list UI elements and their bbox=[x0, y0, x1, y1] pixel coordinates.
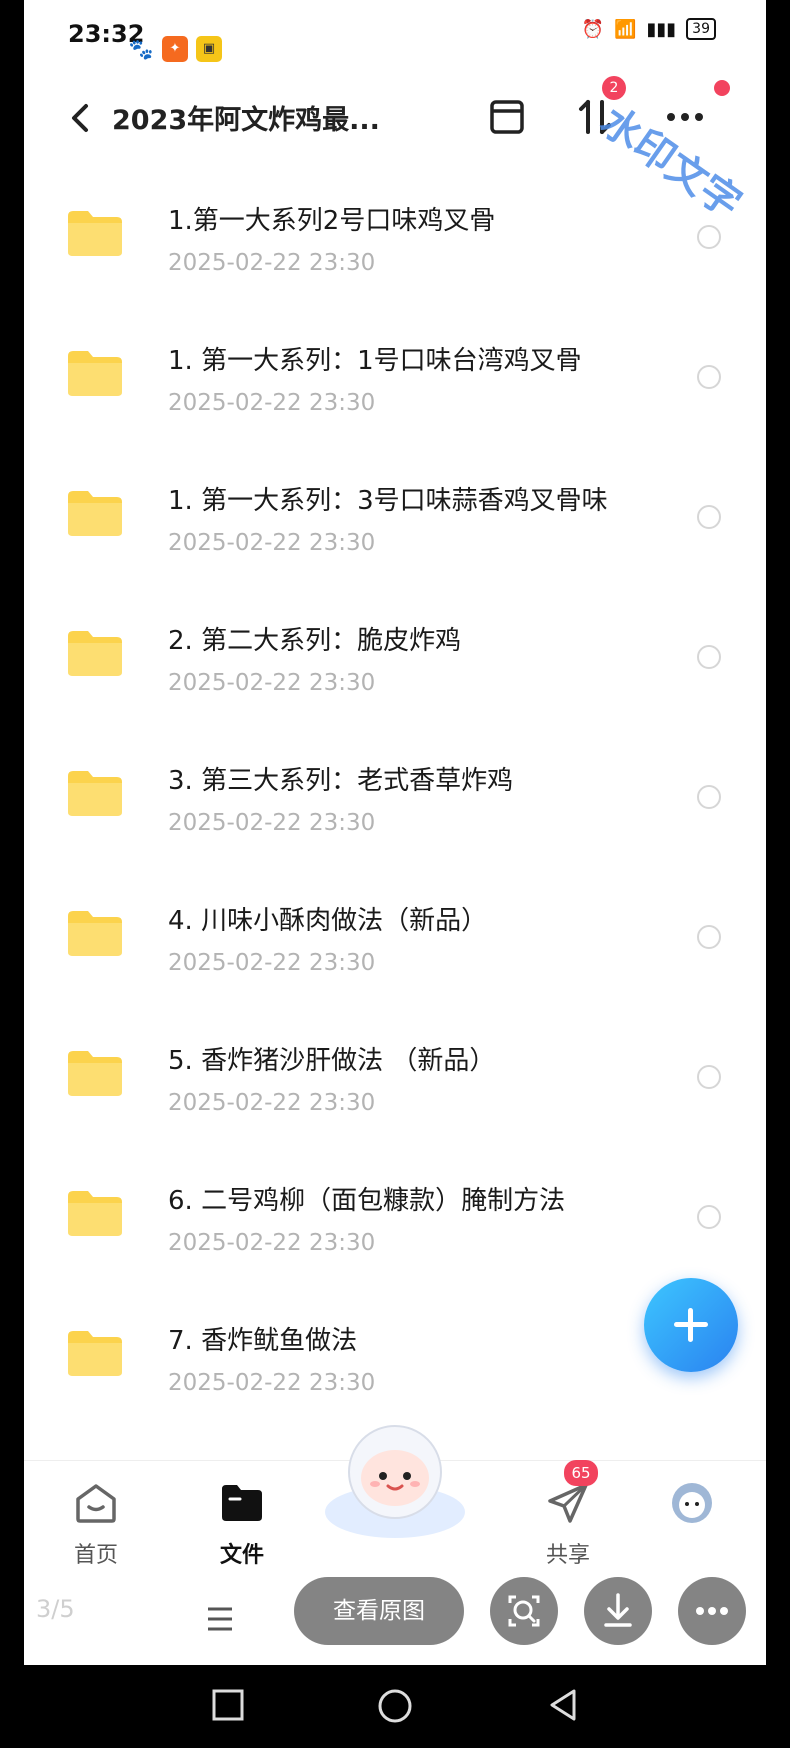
select-radio[interactable] bbox=[697, 225, 721, 249]
folder-icon bbox=[68, 1191, 122, 1236]
send-icon bbox=[548, 1483, 588, 1523]
file-row[interactable]: 6. 二号鸡柳（面包糠款）腌制方法 2025-02-22 23:30 bbox=[24, 1150, 766, 1290]
select-radio[interactable] bbox=[697, 1205, 721, 1229]
file-name: 2. 第二大系列：脆皮炸鸡 bbox=[168, 626, 462, 656]
select-radio[interactable] bbox=[697, 785, 721, 809]
baidu-icon: 🐾 bbox=[128, 37, 154, 61]
add-button[interactable] bbox=[644, 1278, 738, 1372]
folder-icon bbox=[68, 211, 122, 256]
select-radio[interactable] bbox=[697, 645, 721, 669]
tab-share-label: 共享 bbox=[545, 1543, 590, 1568]
file-row[interactable]: 3. 第三大系列：老式香草炸鸡 2025-02-22 23:30 bbox=[24, 730, 766, 870]
folder-icon bbox=[68, 1331, 122, 1376]
file-date: 2025-02-22 23:30 bbox=[168, 1230, 376, 1256]
folder-filled-icon bbox=[222, 1485, 262, 1521]
notification-icons: 🐾 ✦ ▣ bbox=[128, 36, 222, 62]
status-icons: ⏰ 📶 ▮▮▮ 39 bbox=[582, 18, 716, 40]
file-name: 4. 川味小酥肉做法（新品） bbox=[168, 906, 488, 936]
back-arrow-icon[interactable] bbox=[60, 96, 100, 140]
tab-files-label: 文件 bbox=[219, 1543, 264, 1568]
home-icon bbox=[76, 1484, 116, 1523]
file-name: 3. 第三大系列：老式香草炸鸡 bbox=[168, 766, 514, 796]
file-date: 2025-02-22 23:30 bbox=[168, 250, 376, 276]
tab-home-label: 首页 bbox=[73, 1543, 118, 1568]
more-dots-icon bbox=[696, 1607, 728, 1615]
file-name: 6. 二号鸡柳（面包糠款）腌制方法 bbox=[168, 1186, 566, 1216]
back-triangle-icon[interactable] bbox=[546, 1687, 582, 1723]
file-date: 2025-02-22 23:30 bbox=[168, 390, 376, 416]
avatar bbox=[672, 1483, 712, 1523]
scan-search-icon bbox=[508, 1595, 540, 1627]
file-date: 2025-02-22 23:30 bbox=[168, 810, 376, 836]
page-indicator: 3/5 bbox=[36, 1595, 75, 1623]
image-search-button[interactable] bbox=[490, 1577, 558, 1645]
select-radio[interactable] bbox=[697, 365, 721, 389]
tab-files[interactable]: 文件 bbox=[192, 1479, 292, 1569]
file-date: 2025-02-22 23:30 bbox=[168, 1090, 376, 1116]
file-list: 1.第一大系列2号口味鸡叉骨 2025-02-22 23:30 1. 第一大系列… bbox=[24, 170, 766, 1430]
file-date: 2025-02-22 23:30 bbox=[168, 530, 376, 556]
tab-profile[interactable] bbox=[642, 1479, 742, 1531]
app-icon-yellow: ▣ bbox=[196, 36, 222, 62]
wifi-icon: 📶 bbox=[614, 18, 637, 40]
folder-icon bbox=[68, 771, 122, 816]
mascot-assistant-icon[interactable] bbox=[320, 1420, 470, 1540]
archive-icon[interactable] bbox=[484, 94, 530, 140]
alarm-icon: ⏰ bbox=[581, 18, 605, 40]
home-circle-icon[interactable] bbox=[376, 1687, 414, 1725]
tab-share[interactable]: 共享 bbox=[518, 1479, 618, 1569]
status-bar: 23:32 🐾 ✦ ▣ ⏰ 📶 ▮▮▮ 39 bbox=[24, 0, 766, 70]
file-name: 1. 第一大系列：1号口味台湾鸡叉骨 bbox=[168, 346, 582, 376]
tab-home[interactable]: 首页 bbox=[46, 1479, 146, 1569]
view-original-button[interactable]: 查看原图 bbox=[294, 1577, 464, 1645]
folder-icon bbox=[68, 911, 122, 956]
image-viewer-toolbar: 3/5 查看原图 bbox=[24, 1575, 766, 1665]
file-name: 1. 第一大系列：3号口味蒜香鸡叉骨味 bbox=[168, 486, 608, 516]
battery-icon: 39 bbox=[686, 18, 716, 40]
signal-icon: ▮▮▮ bbox=[646, 18, 677, 40]
more-button[interactable] bbox=[678, 1577, 746, 1645]
file-name: 1.第一大系列2号口味鸡叉骨 bbox=[168, 206, 496, 236]
app-icon: ✦ bbox=[162, 36, 188, 62]
page-title: 2023年阿文炸鸡最... bbox=[112, 105, 380, 136]
menu-icon[interactable] bbox=[200, 1599, 240, 1639]
file-date: 2025-02-22 23:30 bbox=[168, 1370, 376, 1396]
folder-icon bbox=[68, 491, 122, 536]
folder-icon bbox=[68, 1051, 122, 1096]
file-row[interactable]: 5. 香炸猪沙肝做法 （新品） 2025-02-22 23:30 bbox=[24, 1010, 766, 1150]
header: 2023年阿文炸鸡最... 2 水印文字 bbox=[24, 76, 766, 228]
file-date: 2025-02-22 23:30 bbox=[168, 950, 376, 976]
file-name: 7. 香炸鱿鱼做法 bbox=[168, 1326, 358, 1356]
download-icon bbox=[604, 1593, 632, 1627]
file-row[interactable]: 2. 第二大系列：脆皮炸鸡 2025-02-22 23:30 bbox=[24, 590, 766, 730]
file-date: 2025-02-22 23:30 bbox=[168, 670, 376, 696]
file-row[interactable]: 1. 第一大系列：1号口味台湾鸡叉骨 2025-02-22 23:30 bbox=[24, 310, 766, 450]
select-radio[interactable] bbox=[697, 925, 721, 949]
recent-apps-icon[interactable] bbox=[210, 1687, 246, 1723]
share-badge: 65 bbox=[564, 1460, 598, 1486]
file-name: 5. 香炸猪沙肝做法 （新品） bbox=[168, 1046, 496, 1076]
screen: 23:32 🐾 ✦ ▣ ⏰ 📶 ▮▮▮ 39 2023年阿文炸鸡最... 2 水… bbox=[24, 0, 766, 1665]
download-button[interactable] bbox=[584, 1577, 652, 1645]
notification-dot bbox=[714, 80, 730, 96]
select-radio[interactable] bbox=[697, 1065, 721, 1089]
file-row[interactable]: 1. 第一大系列：3号口味蒜香鸡叉骨味 2025-02-22 23:30 bbox=[24, 450, 766, 590]
plus-icon-vertical bbox=[688, 1308, 693, 1342]
folder-icon bbox=[68, 351, 122, 396]
file-row[interactable]: 4. 川味小酥肉做法（新品） 2025-02-22 23:30 bbox=[24, 870, 766, 1010]
file-row[interactable]: 1.第一大系列2号口味鸡叉骨 2025-02-22 23:30 bbox=[24, 170, 766, 310]
system-navigation-bar bbox=[0, 1665, 790, 1748]
select-radio[interactable] bbox=[697, 505, 721, 529]
folder-icon bbox=[68, 631, 122, 676]
